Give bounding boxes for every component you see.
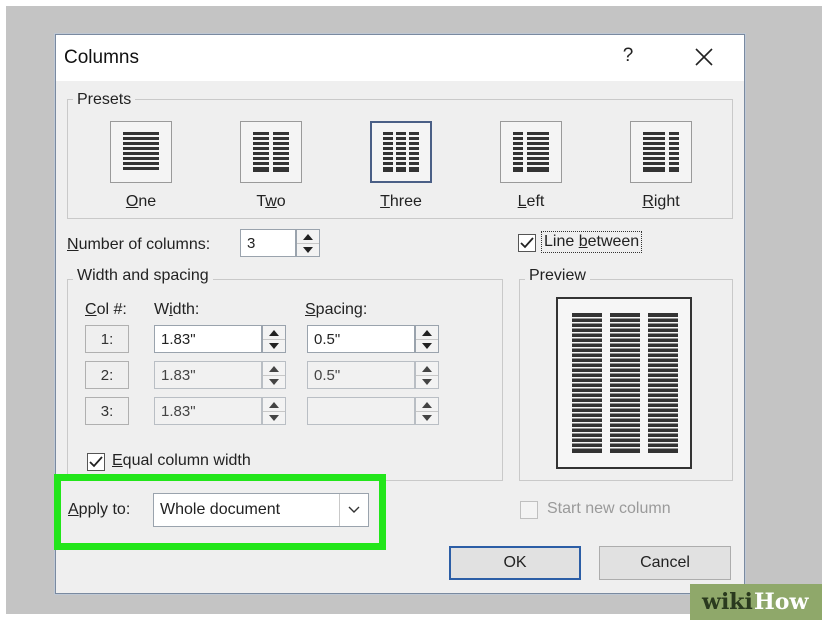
col-number-1: 1: <box>85 325 129 353</box>
checkmark-icon <box>89 456 103 468</box>
watermark-wiki: wiki <box>702 589 753 615</box>
number-of-columns-label: Number of columns: <box>67 236 211 253</box>
preset-one-label: One <box>125 193 157 210</box>
col-2-width-input[interactable]: 1.83" <box>154 361 262 389</box>
title-bar: Columns ? <box>56 35 744 81</box>
spacing-header: Spacing: <box>305 301 368 318</box>
presets-group-label: Presets <box>73 91 136 109</box>
spin-down-icon[interactable] <box>416 339 438 352</box>
watermark-how: How <box>754 589 809 615</box>
help-button[interactable]: ? <box>616 45 640 69</box>
close-icon <box>695 48 713 66</box>
spin-down-icon[interactable] <box>297 243 319 256</box>
preset-three[interactable]: Three <box>361 121 441 211</box>
start-new-column-label: Start new column <box>547 500 671 517</box>
spin-up-icon[interactable] <box>297 230 319 244</box>
spin-up-icon[interactable] <box>416 362 438 376</box>
width-header: Width: <box>154 301 200 318</box>
preset-one[interactable]: One <box>101 121 181 211</box>
col-3-spacing-spinner[interactable] <box>415 397 439 425</box>
spin-up-icon[interactable] <box>416 326 438 340</box>
preset-three-label: Three <box>380 193 422 210</box>
preset-two-label: Two <box>256 193 286 210</box>
col-2-width-spinner[interactable] <box>262 361 286 389</box>
checkmark-icon <box>520 237 534 249</box>
spin-down-icon[interactable] <box>263 411 285 424</box>
number-of-columns-input[interactable]: 3 <box>240 229 296 257</box>
right-column-preset-icon <box>630 121 692 183</box>
spin-up-icon[interactable] <box>416 398 438 412</box>
col-1-width-spinner[interactable] <box>262 325 286 353</box>
one-column-preset-icon <box>110 121 172 183</box>
three-column-preset-icon <box>370 121 432 183</box>
ok-button[interactable]: OK <box>449 546 581 580</box>
col-3-width-input[interactable]: 1.83" <box>154 397 262 425</box>
equal-column-width-label: Equal column width <box>112 452 251 469</box>
col-number-header: Col #: <box>85 301 127 318</box>
preview-group-label: Preview <box>525 267 590 285</box>
left-column-preset-icon <box>500 121 562 183</box>
col-3-spacing-input[interactable] <box>307 397 415 425</box>
spin-up-icon[interactable] <box>263 362 285 376</box>
preset-left[interactable]: Left <box>491 121 571 211</box>
col-3-width-spinner[interactable] <box>262 397 286 425</box>
close-button[interactable] <box>690 43 718 71</box>
col-number-3: 3: <box>85 397 129 425</box>
three-column-preview-icon <box>572 313 678 453</box>
col-1-spacing-spinner[interactable] <box>415 325 439 353</box>
spin-down-icon[interactable] <box>416 375 438 388</box>
cancel-button[interactable]: Cancel <box>599 546 731 580</box>
col-2-spacing-spinner[interactable] <box>415 361 439 389</box>
preset-two[interactable]: Two <box>231 121 311 211</box>
preset-right-label: Right <box>642 193 680 210</box>
col-1-spacing-input[interactable]: 0.5" <box>307 325 415 353</box>
col-number-2: 2: <box>85 361 129 389</box>
line-between-checkbox[interactable] <box>518 234 536 252</box>
preset-right[interactable]: Right <box>621 121 701 211</box>
col-2-spacing-input[interactable]: 0.5" <box>307 361 415 389</box>
number-of-columns-spinner[interactable] <box>296 229 320 257</box>
preview-page <box>556 297 692 469</box>
spin-down-icon[interactable] <box>263 339 285 352</box>
dialog-title: Columns <box>64 47 139 68</box>
spin-up-icon[interactable] <box>263 398 285 412</box>
col-1-width-input[interactable]: 1.83" <box>154 325 262 353</box>
line-between-label: Line between <box>541 231 643 253</box>
preset-left-label: Left <box>517 193 545 210</box>
two-column-preset-icon <box>240 121 302 183</box>
start-new-column-checkbox[interactable] <box>520 501 538 519</box>
equal-column-width-checkbox[interactable] <box>87 453 105 471</box>
apply-to-highlight-box <box>54 474 386 550</box>
spin-down-icon[interactable] <box>416 411 438 424</box>
spin-down-icon[interactable] <box>263 375 285 388</box>
width-spacing-group-label: Width and spacing <box>73 267 213 285</box>
wikihow-watermark: wiki How <box>690 584 822 620</box>
spin-up-icon[interactable] <box>263 326 285 340</box>
